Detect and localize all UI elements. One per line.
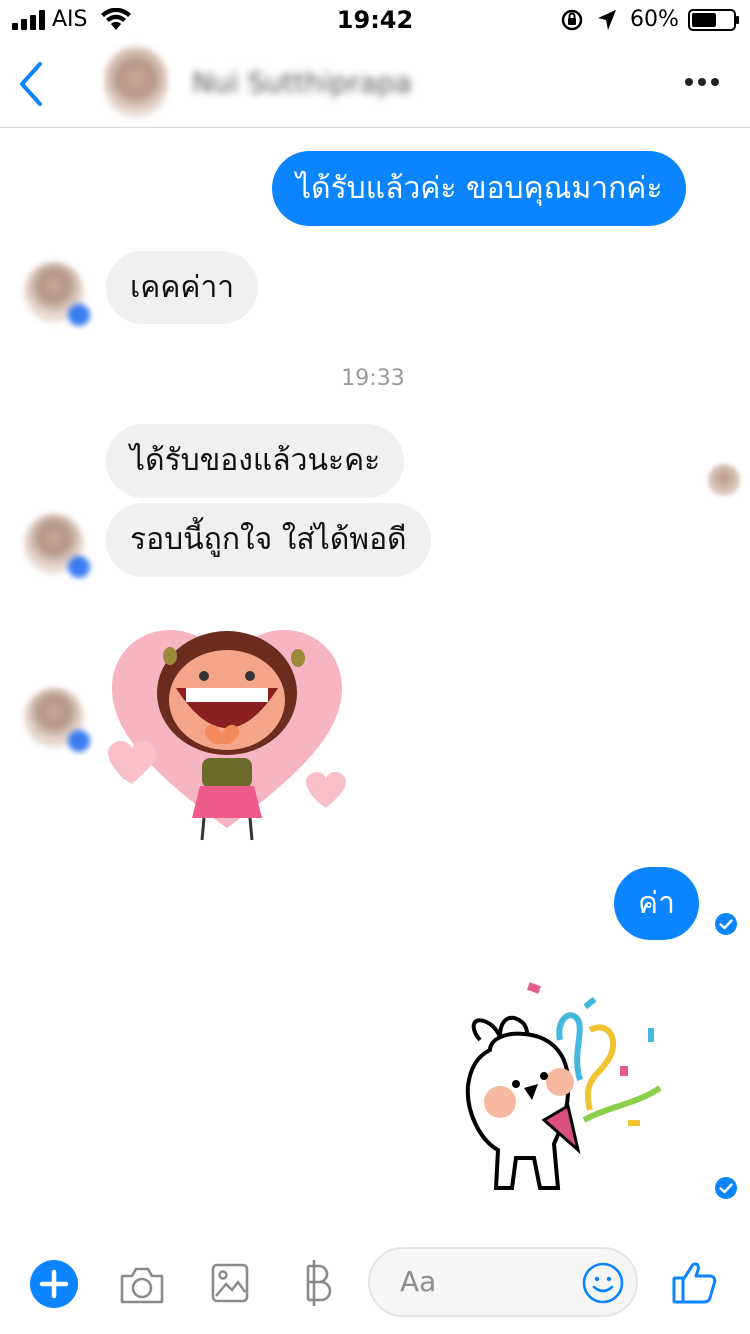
status-bar: AIS 19:42 60%	[0, 0, 750, 40]
camera-icon[interactable]	[118, 1264, 166, 1306]
message-input[interactable]: Aa	[368, 1247, 638, 1317]
sent-check-icon	[715, 913, 737, 935]
sender-avatar[interactable]	[24, 688, 90, 752]
messenger-badge-icon	[68, 556, 90, 578]
message-bubble-outgoing[interactable]: ได้รับแล้วค่ะ ขอบคุณมากค่ะ	[272, 151, 687, 226]
location-arrow-icon	[598, 10, 616, 30]
timestamp: 19:33	[341, 366, 405, 391]
message-bubble-incoming[interactable]: ได้รับของแล้วนะคะ	[106, 424, 405, 498]
battery-icon	[688, 9, 739, 31]
emoji-icon[interactable]	[582, 1262, 624, 1304]
sender-avatar[interactable]	[24, 514, 90, 578]
seen-avatar	[708, 464, 740, 496]
messenger-badge-icon	[68, 730, 90, 752]
conversation-header: Nui Sutthiprapa	[0, 40, 750, 128]
message-bubble-incoming[interactable]: รอบนี้ถูกใจ ใส่ได้พอดี	[106, 503, 431, 577]
thumbs-up-icon[interactable]	[670, 1258, 718, 1306]
contact-name[interactable]: Nui Sutthiprapa	[192, 66, 412, 99]
rabbit-party-popper-sticker[interactable]	[460, 980, 670, 1195]
composer-bar: Aa	[0, 1230, 750, 1334]
message-input-placeholder: Aa	[400, 1265, 437, 1298]
ellipsis-icon[interactable]	[684, 72, 720, 92]
message-bubble-incoming[interactable]: เคคค่าา	[106, 251, 259, 324]
girl-heart-sticker[interactable]	[104, 618, 350, 844]
baht-icon[interactable]	[300, 1258, 334, 1308]
plus-icon[interactable]	[30, 1260, 78, 1308]
sender-avatar[interactable]	[24, 262, 90, 326]
image-icon[interactable]	[210, 1262, 250, 1304]
contact-avatar[interactable]	[104, 46, 168, 118]
battery-percent: 60%	[630, 7, 679, 32]
messenger-badge-icon	[68, 304, 90, 326]
rotation-lock-icon	[561, 9, 583, 31]
sent-check-icon	[715, 1177, 737, 1199]
message-bubble-outgoing[interactable]: ค่า	[614, 867, 699, 940]
chevron-left-icon[interactable]	[16, 60, 46, 108]
